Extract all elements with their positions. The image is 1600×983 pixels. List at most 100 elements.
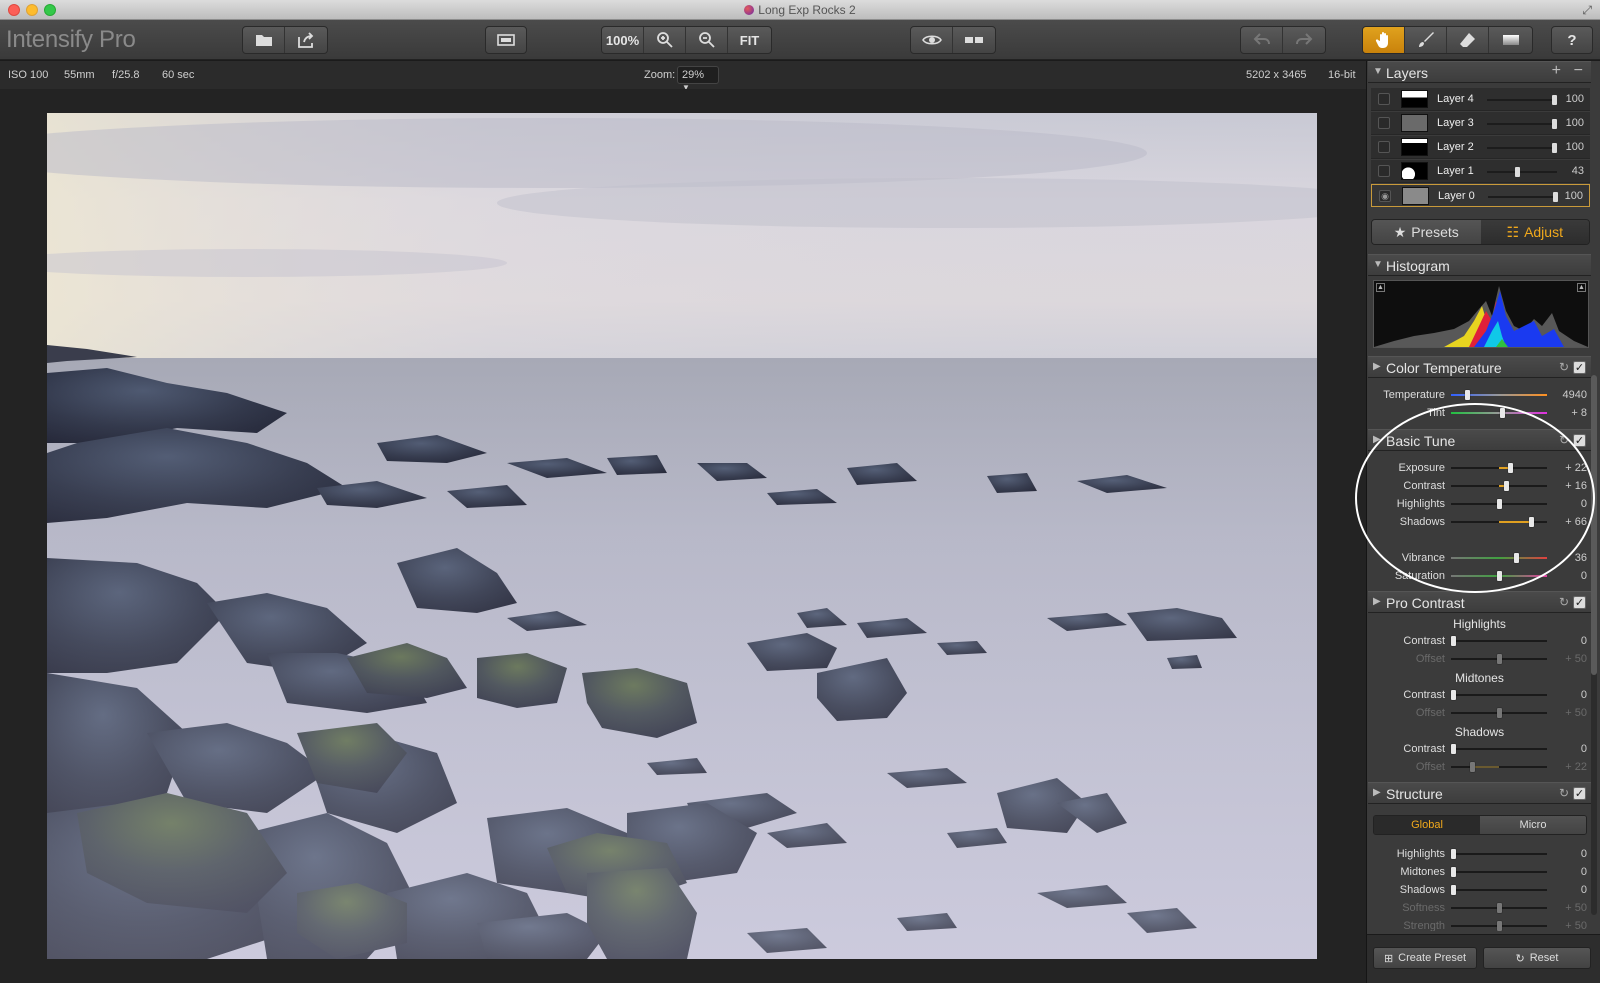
midtones-slider[interactable] bbox=[1451, 867, 1547, 877]
structure-midtones-row[interactable]: Midtones 0 bbox=[1368, 863, 1591, 881]
layer-opacity-slider[interactable] bbox=[1487, 143, 1557, 153]
disclosure-right-icon[interactable]: ▶ bbox=[1373, 596, 1381, 607]
softness-slider[interactable] bbox=[1451, 903, 1547, 913]
slider-knob[interactable] bbox=[1470, 762, 1475, 772]
layer-opacity-slider[interactable] bbox=[1488, 192, 1558, 202]
reset-button[interactable]: ↻ Reset bbox=[1483, 947, 1591, 969]
vibrance-slider-row[interactable]: Vibrance 36 bbox=[1368, 549, 1591, 567]
reset-icon[interactable]: ↻ bbox=[1559, 433, 1569, 447]
preview-toggle-button[interactable] bbox=[911, 27, 953, 53]
tint-slider[interactable] bbox=[1451, 408, 1547, 418]
image-canvas[interactable] bbox=[0, 89, 1368, 983]
contrast-slider-row[interactable]: Contrast + 16 bbox=[1368, 477, 1591, 495]
vibrance-slider[interactable] bbox=[1451, 553, 1547, 563]
slider-knob[interactable] bbox=[1500, 408, 1505, 418]
disclosure-right-icon[interactable]: ▶ bbox=[1373, 434, 1381, 445]
structure-shadows-row[interactable]: Shadows 0 bbox=[1368, 881, 1591, 899]
slider-knob[interactable] bbox=[1451, 849, 1456, 859]
pro-contrast-header[interactable]: ▶ Pro Contrast ↻ ✓ bbox=[1368, 591, 1591, 613]
slider-knob[interactable] bbox=[1497, 654, 1502, 664]
structure-highlights-row[interactable]: Highlights 0 bbox=[1368, 845, 1591, 863]
exposure-slider[interactable] bbox=[1451, 463, 1547, 473]
saturation-slider[interactable] bbox=[1451, 571, 1547, 581]
zoom-out-button[interactable] bbox=[686, 27, 728, 53]
pc-midtones-contrast-row[interactable]: Contrast 0 bbox=[1368, 686, 1591, 704]
layer-opacity-knob[interactable] bbox=[1552, 143, 1557, 153]
panel-scrollbar[interactable] bbox=[1591, 375, 1597, 915]
tab-adjust[interactable]: ☷ Adjust bbox=[1480, 220, 1589, 244]
layer-row[interactable]: Layer 3 100 bbox=[1371, 112, 1590, 135]
shadows-slider-row[interactable]: Shadows + 66 bbox=[1368, 513, 1591, 531]
brush-tool-button[interactable] bbox=[1405, 27, 1447, 53]
pc-shadows-contrast-row[interactable]: Contrast 0 bbox=[1368, 740, 1591, 758]
shadows-slider[interactable] bbox=[1451, 885, 1547, 895]
undo-button[interactable] bbox=[1241, 27, 1283, 53]
enable-checkbox[interactable]: ✓ bbox=[1573, 361, 1586, 374]
redo-button[interactable] bbox=[1283, 27, 1325, 53]
tab-presets[interactable]: ★ Presets bbox=[1372, 220, 1481, 244]
pc-midtones-offset-row[interactable]: Offset + 50 bbox=[1368, 704, 1591, 722]
structure-softness-row[interactable]: Softness + 50 bbox=[1368, 899, 1591, 917]
slider-knob[interactable] bbox=[1504, 481, 1509, 491]
layer-row[interactable]: Layer 2 100 bbox=[1371, 136, 1590, 159]
zoom-100-button[interactable]: 100% bbox=[602, 27, 644, 53]
slider-knob[interactable] bbox=[1451, 690, 1456, 700]
disclosure-down-icon[interactable]: ▼ bbox=[1373, 259, 1383, 270]
slider-knob[interactable] bbox=[1451, 744, 1456, 754]
exposure-slider-row[interactable]: Exposure + 22 bbox=[1368, 459, 1591, 477]
tab-micro[interactable]: Micro bbox=[1480, 816, 1586, 834]
layer-opacity-slider[interactable] bbox=[1487, 95, 1557, 105]
single-view-button[interactable] bbox=[486, 27, 526, 53]
disclosure-down-icon[interactable]: ▼ bbox=[1373, 66, 1383, 77]
layer-visibility-toggle[interactable] bbox=[1378, 117, 1390, 129]
slider-knob[interactable] bbox=[1497, 921, 1502, 931]
share-button[interactable] bbox=[285, 27, 327, 53]
highlights-slider[interactable] bbox=[1451, 849, 1547, 859]
strength-slider[interactable] bbox=[1451, 921, 1547, 931]
layer-row-selected[interactable]: ◉ Layer 0 100 bbox=[1371, 184, 1590, 207]
highlights-slider[interactable] bbox=[1451, 499, 1547, 509]
layer-opacity-knob[interactable] bbox=[1553, 192, 1558, 202]
layer-row[interactable]: Layer 4 100 bbox=[1371, 88, 1590, 111]
layer-visibility-toggle[interactable] bbox=[1378, 165, 1390, 177]
slider-knob[interactable] bbox=[1529, 517, 1534, 527]
layer-opacity-knob[interactable] bbox=[1515, 167, 1520, 177]
help-button[interactable]: ? bbox=[1552, 27, 1592, 53]
zoom-select[interactable]: 29% ▼ bbox=[677, 66, 719, 92]
shadow-clipping-icon[interactable]: ▲ bbox=[1376, 283, 1385, 292]
pc-highlights-contrast-row[interactable]: Contrast 0 bbox=[1368, 632, 1591, 650]
gradient-tool-button[interactable] bbox=[1489, 27, 1532, 53]
layer-visibility-toggle[interactable] bbox=[1378, 93, 1390, 105]
shadows-slider[interactable] bbox=[1451, 517, 1547, 527]
pc-highlights-offset-row[interactable]: Offset + 50 bbox=[1368, 650, 1591, 668]
offset-slider[interactable] bbox=[1451, 762, 1547, 772]
temperature-slider[interactable] bbox=[1451, 390, 1547, 400]
reset-icon[interactable]: ↻ bbox=[1559, 360, 1569, 374]
structure-strength-row[interactable]: Strength + 50 bbox=[1368, 917, 1591, 931]
layer-opacity-slider[interactable] bbox=[1487, 119, 1557, 129]
contrast-slider[interactable] bbox=[1451, 690, 1547, 700]
tint-slider-row[interactable]: Tint + 8 bbox=[1368, 404, 1591, 422]
slider-knob[interactable] bbox=[1497, 571, 1502, 581]
zoom-in-button[interactable] bbox=[644, 27, 686, 53]
slider-knob[interactable] bbox=[1451, 867, 1456, 877]
slider-knob[interactable] bbox=[1497, 708, 1502, 718]
tab-global[interactable]: Global bbox=[1374, 816, 1480, 834]
pc-shadows-offset-row[interactable]: Offset + 22 bbox=[1368, 758, 1591, 776]
layer-row[interactable]: Layer 1 43 bbox=[1371, 160, 1590, 183]
contrast-slider[interactable] bbox=[1451, 636, 1547, 646]
eraser-tool-button[interactable] bbox=[1447, 27, 1489, 53]
disclosure-right-icon[interactable]: ▶ bbox=[1373, 787, 1381, 798]
highlight-clipping-icon[interactable]: ▲ bbox=[1577, 283, 1586, 292]
enable-checkbox[interactable]: ✓ bbox=[1573, 434, 1586, 447]
add-layer-button[interactable]: + bbox=[1552, 62, 1561, 80]
contrast-slider[interactable] bbox=[1451, 744, 1547, 754]
histogram-section-header[interactable]: ▼ Histogram bbox=[1368, 254, 1591, 276]
slider-knob[interactable] bbox=[1497, 499, 1502, 509]
color-temperature-header[interactable]: ▶ Color Temperature ↻ ✓ bbox=[1368, 356, 1591, 378]
layer-opacity-knob[interactable] bbox=[1552, 119, 1557, 129]
slider-knob[interactable] bbox=[1497, 903, 1502, 913]
contrast-slider[interactable] bbox=[1451, 481, 1547, 491]
layer-visibility-toggle[interactable] bbox=[1378, 141, 1390, 153]
structure-header[interactable]: ▶ Structure ↻ ✓ bbox=[1368, 782, 1591, 804]
